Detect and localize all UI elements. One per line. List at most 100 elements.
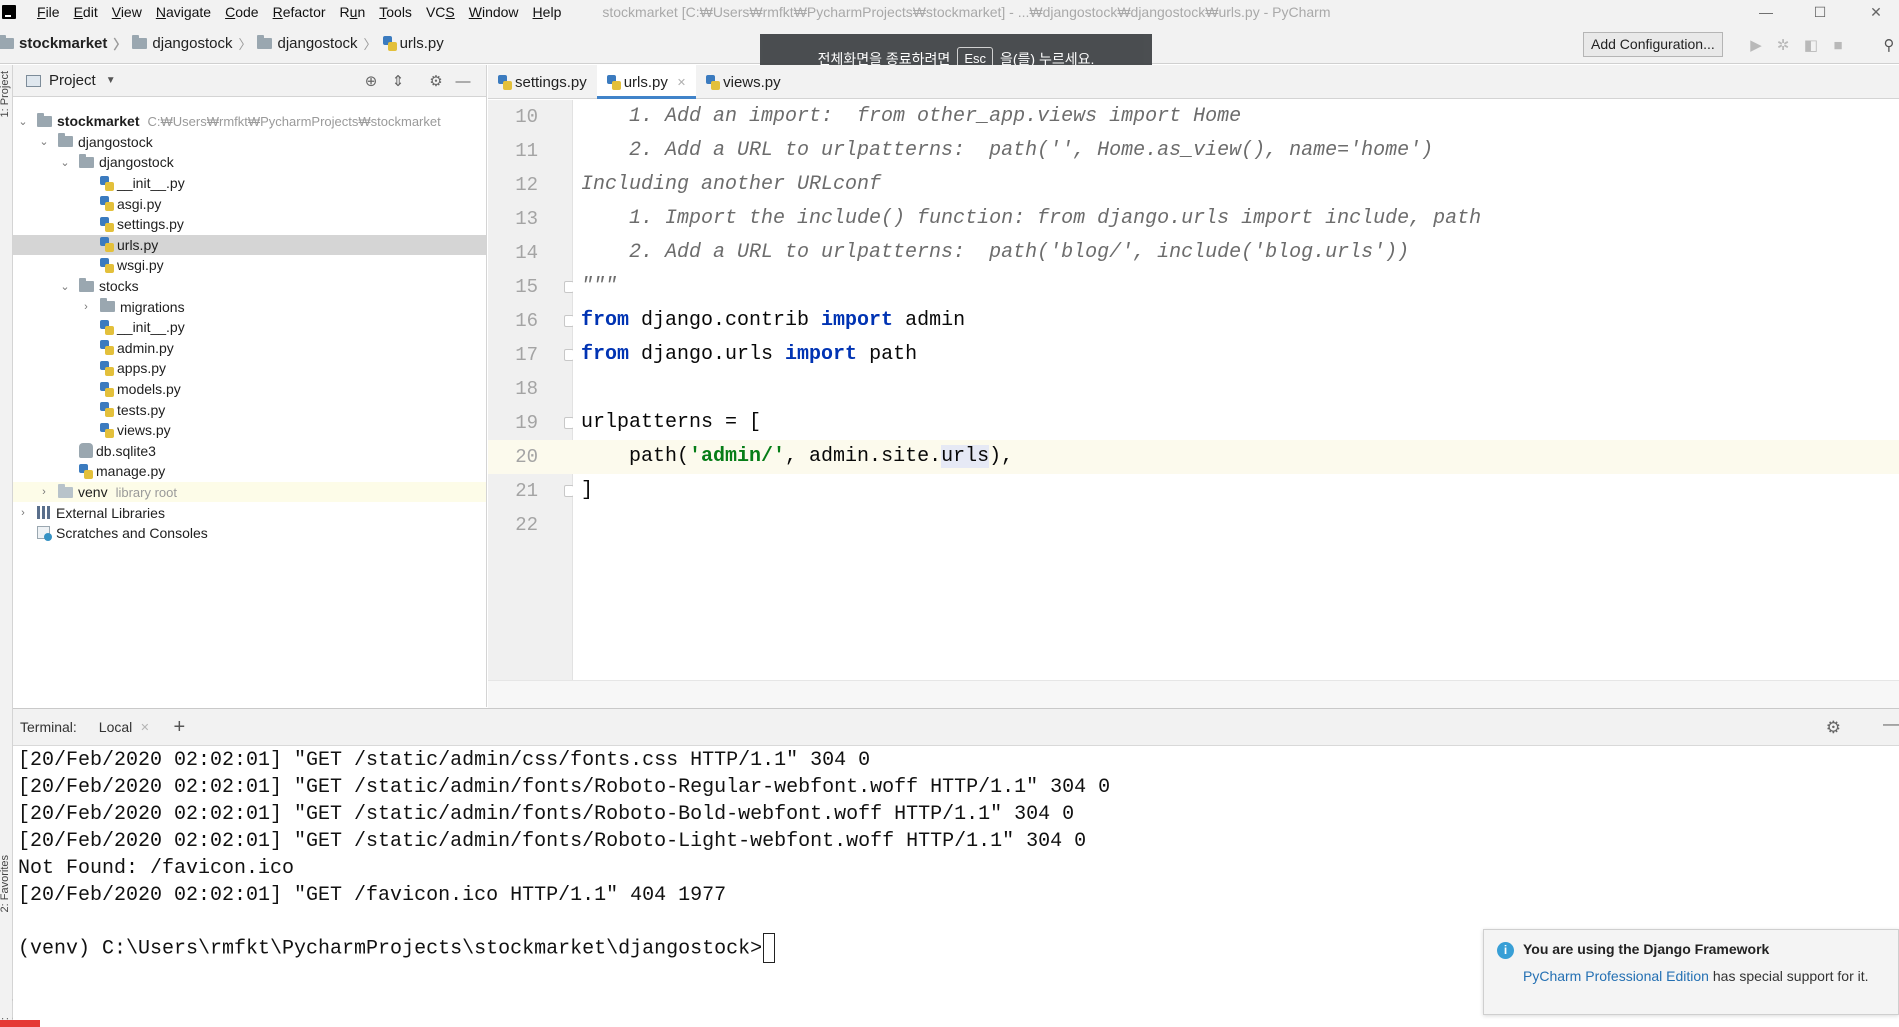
code-line[interactable]: from django.contrib import admin [573,304,1899,338]
tree-item-label: External Libraries [56,504,165,521]
tree-item-scratches-and-consoles[interactable]: ›Scratches and Consoles [13,523,486,544]
python-file-icon [498,74,512,90]
close-icon[interactable]: ✕ [140,721,149,734]
collapse-all-icon[interactable]: ⇕ [388,71,408,91]
editor-tab-views-py[interactable]: views.py [696,65,791,99]
code-line[interactable]: 2. Add a URL to urlpatterns: path('', Ho… [573,134,1899,168]
tree-item-urls-py[interactable]: ›urls.py [13,234,486,256]
code-line[interactable]: from django.urls import path [573,338,1899,372]
search-icon[interactable]: ⚲ [1880,36,1898,54]
close-icon[interactable]: ✕ [677,76,686,89]
code-token: Including another URLconf [581,173,882,196]
code-line[interactable]: path('admin/', admin.site.urls), [573,440,1899,474]
code-line[interactable] [573,372,1899,406]
code-token: import [785,343,858,366]
gear-icon[interactable]: ⚙ [426,71,446,91]
hide-panel-icon[interactable]: — [453,71,473,91]
code-line[interactable] [573,508,1899,542]
code-token: admin [893,309,966,332]
tree-item-apps-py[interactable]: ›apps.py [13,358,486,379]
tree-item-models-py[interactable]: ›models.py [13,379,486,400]
tree-item-djangostock[interactable]: ⌄ djangostock [13,132,486,153]
editor-tab-urls-py[interactable]: urls.py ✕ [596,65,697,99]
code-line[interactable]: urlpatterns = [ [573,406,1899,440]
debug-icon[interactable]: ✲ [1774,36,1792,54]
menu-item-file[interactable]: File [30,0,67,24]
tree-item-venv[interactable]: › venv library root [13,481,486,503]
menu-item-view[interactable]: View [105,0,149,24]
professional-edition-link[interactable]: PyCharm Professional Edition [1523,968,1709,984]
hide-panel-icon[interactable]: — [1883,716,1899,734]
tree-item-tests-py[interactable]: ›tests.py [13,399,486,420]
code-token: 1. Import the include() function: from d… [581,207,1482,230]
menu-item-help[interactable]: Help [526,0,569,24]
new-terminal-button[interactable]: + [173,717,185,737]
chevron-down-icon[interactable]: ⌄ [15,115,31,128]
editor-tab-settings-py[interactable]: settings.py [488,65,597,99]
menu-item-tools[interactable]: Tools [372,0,419,24]
gear-icon[interactable]: ⚙ [1826,718,1841,738]
tree-item-settings-py[interactable]: ›settings.py [13,214,486,235]
tree-item-init-py[interactable]: ›__init__.py [13,173,486,194]
tree-item-wsgi-py[interactable]: ›wsgi.py [13,255,486,276]
menu-item-refactor[interactable]: Refactor [266,0,333,24]
chevron-right-icon[interactable]: › [36,486,52,498]
run-icon[interactable]: ▶ [1747,36,1765,54]
breadcrumb-file[interactable]: urls.py [382,24,444,64]
tree-item-label: tests.py [117,401,166,418]
code-line[interactable]: 1. Import the include() function: from d… [573,202,1899,236]
tree-item-migrations[interactable]: › migrations [13,296,486,317]
chevron-right-icon[interactable]: › [78,301,94,313]
chevron-right-icon[interactable]: › [15,507,31,519]
menu-item-run[interactable]: Run [333,0,373,24]
tree-item-init-py[interactable]: ›__init__.py [13,317,486,338]
menu-item-window[interactable]: Window [462,0,526,24]
tree-item-asgi-py[interactable]: ›asgi.py [13,193,486,214]
close-icon[interactable]: ✕ [1853,0,1899,24]
menu-item-code[interactable]: Code [218,0,265,24]
breadcrumb-djangostock-inner[interactable]: djangostock 〉 [257,24,382,64]
menu-item-vcs[interactable]: VCS [419,0,462,24]
chevron-down-icon[interactable]: ⌄ [57,280,73,293]
tree-item-db-sqlite3[interactable]: ›db.sqlite3 [13,441,486,462]
favorites-tool-button[interactable]: 2: Favorites [0,855,11,912]
tree-item-label: djangostock [99,154,174,171]
tree-item-label: stocks [99,278,139,295]
tree-item-admin-py[interactable]: ›admin.py [13,338,486,359]
breadcrumb-djangostock[interactable]: djangostock 〉 [132,24,257,64]
database-icon [79,443,93,459]
add-configuration-button[interactable]: Add Configuration... [1583,32,1723,57]
terminal-tab-local[interactable]: Local ✕ [99,719,150,735]
tree-item-label: settings.py [117,216,184,233]
code-editor[interactable]: 1. Add an import: from other_app.views i… [573,100,1899,680]
minimize-icon[interactable]: — [1743,0,1789,24]
tree-item-manage-py[interactable]: ›manage.py [13,461,486,482]
code-line[interactable]: """ [573,270,1899,304]
tree-item-external-libraries[interactable]: › External Libraries [13,502,486,523]
tree-item-stockmarket[interactable]: ⌄ stockmarket C:₩Users₩rmfkt₩PycharmProjec… [13,111,486,132]
django-framework-notification: i You are using the Django Framework PyC… [1483,929,1899,1015]
chevron-down-icon[interactable]: ▼ [106,75,116,86]
code-line[interactable]: 1. Add an import: from other_app.views i… [573,100,1899,134]
line-number: 22 [515,514,538,536]
locate-file-icon[interactable]: ⊕ [361,71,381,91]
maximize-icon[interactable]: ☐ [1797,0,1843,24]
code-line[interactable]: Including another URLconf [573,168,1899,202]
stop-icon[interactable]: ■ [1829,36,1847,54]
code-line[interactable]: 2. Add a URL to urlpatterns: path('blog/… [573,236,1899,270]
tree-item-stocks[interactable]: ⌄ stocks [13,276,486,297]
chevron-down-icon[interactable]: ⌄ [36,135,52,148]
menu-item-edit[interactable]: Edit [67,0,105,24]
tree-item-views-py[interactable]: ›views.py [13,420,486,441]
python-file-icon [100,422,114,438]
editor-horizontal-scrollbar[interactable] [488,680,1899,708]
breadcrumb-separator-icon: 〉 [113,37,127,52]
project-view-selector[interactable]: Project [49,72,96,89]
chevron-down-icon[interactable]: ⌄ [57,156,73,169]
project-tool-button[interactable]: 1: Project [0,71,11,117]
code-line[interactable]: ] [573,474,1899,508]
breadcrumb-project[interactable]: stockmarket 〉 [0,24,132,64]
coverage-icon[interactable]: ◧ [1802,36,1820,54]
menu-item-navigate[interactable]: Navigate [149,0,218,24]
tree-item-djangostock[interactable]: ⌄ djangostock [13,152,486,173]
